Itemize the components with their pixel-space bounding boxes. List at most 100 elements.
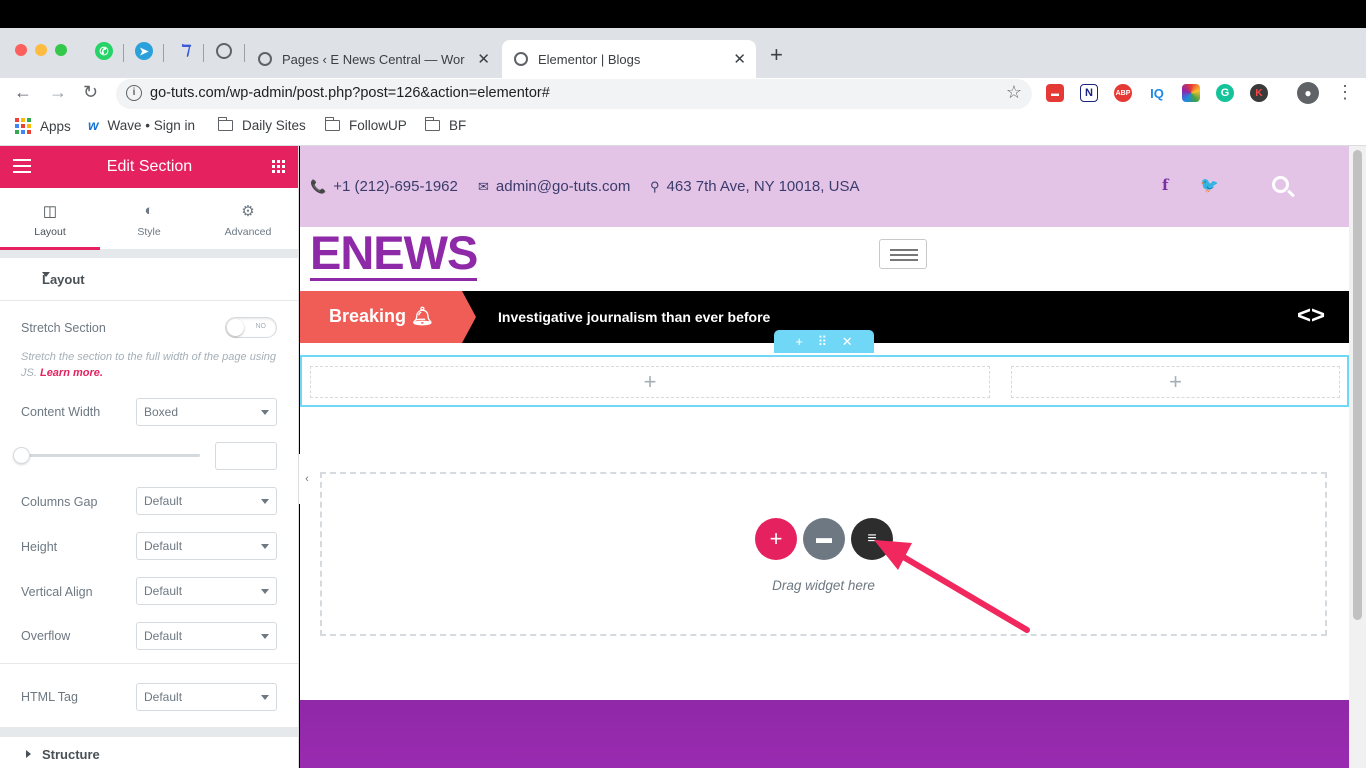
bookmark-daily-sites[interactable]: Daily Sites (217, 117, 306, 133)
layout-section-toggle[interactable]: Layout (0, 258, 298, 301)
extension-n-icon[interactable]: N (1080, 84, 1098, 102)
zoom-window-button[interactable] (55, 44, 67, 56)
collapse-panel-handle[interactable]: ‹ (299, 454, 315, 504)
section-heading: Layout (42, 272, 85, 287)
columns-gap-label: Columns Gap (21, 495, 98, 509)
phone-icon: 📞 (310, 178, 327, 194)
facebook-icon[interactable]: f (1162, 176, 1168, 194)
overflow-select[interactable]: Default (136, 622, 277, 650)
globe-icon (258, 52, 272, 66)
whatsapp-icon[interactable]: ✆ (95, 42, 113, 60)
address-text: 463 7th Ave, NY 10018, USA (666, 178, 860, 195)
panel-tabs: ◫ Layout ◐ Style ⚙ Advanced (0, 188, 298, 250)
section-heading: Structure (42, 747, 100, 762)
preview-scrollbar[interactable] (1349, 146, 1366, 768)
columns-gap-select[interactable]: Default (136, 487, 277, 515)
close-tab-icon[interactable]: ✕ (477, 50, 490, 68)
ticker-nav-icon[interactable]: <> (1297, 302, 1325, 330)
tab-elementor[interactable]: Elementor | Blogs ✕ (502, 40, 756, 78)
content-width-label: Content Width (21, 405, 101, 419)
globe-icon[interactable] (216, 43, 232, 59)
address-bar[interactable]: i go-tuts.com/wp-admin/post.php?post=126… (116, 79, 1032, 109)
empty-column-add[interactable]: + (1011, 366, 1340, 398)
bookmark-label: BF (449, 118, 467, 133)
width-slider-track[interactable] (21, 454, 200, 457)
section-handle: + ⠿ ✕ (774, 330, 874, 353)
info-icon[interactable]: i (126, 85, 142, 101)
breaking-label: Breaking 🔔︎ (300, 291, 476, 343)
widgets-grid-icon[interactable] (272, 160, 285, 173)
profile-avatar-icon[interactable]: ● (1297, 82, 1319, 104)
delete-section-icon[interactable]: ✕ (842, 334, 853, 350)
forward-arrow-icon[interactable]: → (49, 82, 67, 103)
add-template-button[interactable]: ▬ (803, 518, 845, 560)
browser-tab-bar: ✆ ➤ ℸ Pages ‹ E News Central — Wor ✕ Ele… (0, 28, 1366, 78)
add-section-icon[interactable]: + (795, 334, 803, 349)
tab-label: Advanced (224, 226, 272, 238)
bookmark-bf[interactable]: BF (424, 117, 467, 133)
extension-icon[interactable]: ▬ (1046, 84, 1064, 102)
apps-grid-icon (15, 118, 31, 134)
bookmark-label: Daily Sites (242, 118, 306, 133)
learn-more-link[interactable]: Learn more. (40, 367, 103, 379)
minimize-window-button[interactable] (35, 44, 47, 56)
tab-style[interactable]: ◐ Style (99, 188, 199, 250)
bookmark-label: Apps (40, 118, 71, 134)
stretch-section-toggle[interactable]: NO (225, 317, 277, 338)
color-picker-icon[interactable] (1182, 84, 1200, 102)
screen: ✆ ➤ ℸ Pages ‹ E News Central — Wor ✕ Ele… (0, 0, 1366, 768)
close-tab-icon[interactable]: ✕ (733, 50, 746, 68)
extension-k-icon[interactable]: K (1250, 84, 1268, 102)
tab-pages[interactable]: Pages ‹ E News Central — Wor ✕ (246, 40, 500, 78)
new-tab-button[interactable]: + (770, 42, 783, 68)
search-icon[interactable] (1272, 176, 1289, 193)
globe-icon (514, 52, 528, 66)
caret-right-icon (26, 750, 31, 758)
html-tag-select[interactable]: Default (136, 683, 277, 711)
gear-icon: ⚙ (241, 203, 255, 220)
tab-advanced[interactable]: ⚙ Advanced (198, 188, 298, 250)
structure-section-toggle[interactable]: Structure (0, 737, 298, 768)
tab-label: Layout (34, 226, 66, 238)
empty-column-add[interactable]: + (310, 366, 990, 398)
bookmark-star-icon[interactable]: ☆ (1006, 82, 1022, 103)
tab-title: Pages ‹ E News Central — Wor (282, 51, 465, 67)
adblock-icon[interactable]: ABP (1114, 84, 1132, 102)
pinned-tab-icon[interactable]: ℸ (175, 42, 193, 60)
reload-icon[interactable]: ↻ (83, 82, 98, 103)
breaking-headline[interactable]: Investigative journalism than ever befor… (498, 309, 770, 325)
height-select[interactable]: Default (136, 532, 277, 560)
elementor-panel: Edit Section ◫ Layout ◐ Style ⚙ Advanced… (0, 146, 299, 768)
bookmark-apps[interactable]: Apps (15, 118, 71, 134)
extension-iq-icon[interactable]: IQ (1148, 84, 1166, 102)
scrollbar-thumb[interactable] (1353, 150, 1362, 620)
envato-kit-button[interactable]: ≡ (851, 518, 893, 560)
breaking-label-text: Breaking (329, 306, 407, 326)
browser-menu-icon[interactable]: ⋮ (1336, 82, 1354, 103)
panel-title: Edit Section (106, 158, 193, 175)
width-slider-handle[interactable] (13, 447, 30, 464)
site-menu-button[interactable] (879, 239, 927, 269)
vertical-align-select[interactable]: Default (136, 577, 277, 605)
width-number-input[interactable] (215, 442, 277, 470)
grammarly-icon[interactable]: G (1216, 84, 1234, 102)
telegram-icon[interactable]: ➤ (135, 42, 153, 60)
add-new-section-button[interactable]: + (755, 518, 797, 560)
tab-layout[interactable]: ◫ Layout (0, 188, 100, 250)
site-logo[interactable]: ENEWS (310, 228, 478, 281)
back-arrow-icon[interactable]: ← (14, 82, 32, 103)
email-info: ✉ admin@go-tuts.com (478, 178, 630, 195)
panel-header: Edit Section (0, 146, 298, 188)
drag-handle-icon[interactable]: ⠿ (818, 334, 828, 350)
close-window-button[interactable] (15, 44, 27, 56)
add-section-dropzone[interactable]: + ▬ ≡ Drag widget here (320, 472, 1327, 636)
divider (0, 663, 298, 664)
bookmark-wave[interactable]: w Wave • Sign in (88, 118, 195, 133)
twitter-icon[interactable]: 🐦 (1200, 176, 1219, 194)
bookmark-followup[interactable]: FollowUP (324, 117, 407, 133)
tab-label: Style (137, 226, 161, 238)
layout-icon: ◫ (42, 203, 58, 220)
divider (0, 727, 298, 737)
editing-section[interactable]: + + (300, 355, 1349, 407)
content-width-select[interactable]: Boxed (136, 398, 277, 426)
